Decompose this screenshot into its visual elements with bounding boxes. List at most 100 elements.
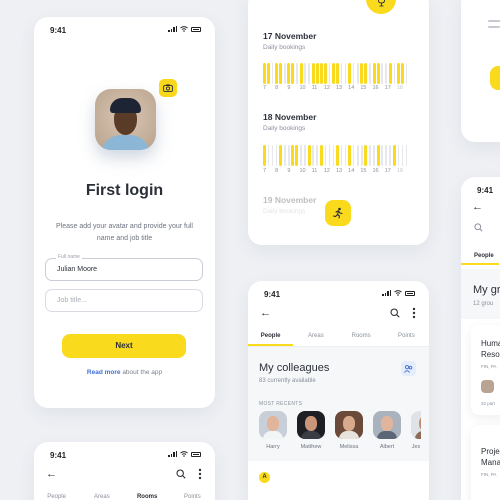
booking-slot[interactable] [263, 63, 266, 84]
booking-slot[interactable] [323, 63, 327, 84]
booking-slot[interactable] [389, 145, 391, 166]
booking-slot[interactable] [352, 145, 355, 166]
next-button[interactable]: Next [62, 334, 186, 358]
run-button[interactable] [325, 200, 351, 226]
booking-slot[interactable] [361, 145, 363, 166]
avatar[interactable] [95, 89, 156, 150]
booking-slot[interactable] [315, 63, 319, 84]
back-arrow-icon[interactable]: ← [46, 468, 57, 480]
tab-people[interactable]: People [34, 490, 79, 500]
colleague-melissa[interactable]: Melissa [335, 411, 363, 450]
tab-areas[interactable]: Areas [293, 329, 338, 346]
booking-slot[interactable] [357, 63, 359, 84]
booking-slot[interactable] [373, 145, 375, 166]
bookings-timeline-18-november[interactable] [263, 142, 409, 166]
booking-slot[interactable] [307, 145, 311, 166]
booking-slot[interactable] [348, 145, 352, 166]
booking-slot[interactable] [319, 145, 323, 166]
group-card-project-management[interactable]: Proje Mana FIN, PA [471, 425, 500, 500]
back-arrow-icon[interactable]: ← [260, 307, 271, 319]
camera-button[interactable] [159, 79, 177, 97]
booking-slot[interactable] [267, 63, 271, 84]
tab-areas[interactable]: Areas [79, 490, 124, 500]
booking-slot[interactable] [385, 145, 387, 166]
booking-slot[interactable] [300, 145, 302, 166]
search-icon[interactable] [474, 223, 483, 232]
booking-slot[interactable] [336, 145, 339, 166]
colleague-albert[interactable]: Albert [373, 411, 401, 450]
booking-slot[interactable] [381, 145, 383, 166]
booking-slot[interactable] [287, 63, 291, 84]
tab-points[interactable]: Points [170, 490, 215, 500]
booking-slot[interactable] [304, 145, 306, 166]
booking-slot[interactable] [340, 63, 343, 84]
booking-slot[interactable] [291, 63, 295, 84]
booking-slot[interactable] [344, 63, 347, 84]
booking-slot[interactable] [263, 145, 266, 166]
booking-slot[interactable] [324, 145, 327, 166]
booking-slot[interactable] [328, 63, 331, 84]
booking-slot[interactable] [284, 145, 286, 166]
booking-slot[interactable] [352, 63, 355, 84]
booking-slot[interactable] [400, 63, 404, 84]
booking-slot[interactable] [376, 145, 380, 166]
booking-slot[interactable] [308, 63, 310, 84]
read-more-link[interactable]: Read more [87, 369, 121, 376]
booking-slot[interactable] [357, 145, 359, 166]
booking-slot[interactable] [364, 63, 368, 84]
search-icon[interactable] [176, 469, 186, 479]
booking-slot[interactable] [392, 145, 396, 166]
colleague-harry[interactable]: Harry [259, 411, 287, 450]
booking-slot[interactable] [284, 63, 286, 84]
tab-people[interactable]: People [474, 253, 494, 259]
booking-slot[interactable] [401, 145, 404, 166]
colleague-matthew[interactable]: Matthew [297, 411, 325, 450]
booking-slot[interactable] [397, 145, 400, 166]
group-card-human-resources[interactable]: Huma Resou FIN, PA 32 part [471, 325, 500, 415]
booking-slot[interactable] [271, 63, 274, 84]
booking-slot[interactable] [344, 145, 347, 166]
booking-slot[interactable] [393, 63, 396, 84]
booking-slot[interactable] [275, 63, 279, 84]
booking-slot[interactable] [360, 63, 364, 84]
booking-slot[interactable] [385, 63, 387, 84]
booking-slot[interactable] [381, 63, 383, 84]
booking-slot[interactable] [369, 63, 371, 84]
booking-slot[interactable] [331, 63, 335, 84]
booking-slot[interactable] [328, 145, 331, 166]
booking-slot[interactable] [319, 63, 323, 84]
booking-slot[interactable] [311, 63, 315, 84]
full-name-field[interactable]: Full name Julian Moore [45, 254, 203, 281]
booking-slot[interactable] [275, 145, 278, 166]
groups-button[interactable] [401, 361, 416, 376]
booking-slot[interactable] [369, 145, 371, 166]
booking-slot[interactable] [396, 63, 400, 84]
booking-slot[interactable] [332, 145, 335, 166]
booking-slot[interactable] [336, 63, 339, 84]
search-icon[interactable] [390, 308, 400, 318]
booking-slot[interactable] [340, 145, 343, 166]
colleague-jes[interactable]: Jes [411, 411, 421, 450]
booking-slot[interactable] [279, 145, 283, 166]
back-arrow-icon[interactable]: ← [472, 201, 483, 213]
booking-slot[interactable] [348, 63, 352, 84]
booking-slot[interactable] [291, 145, 295, 166]
tab-rooms[interactable]: Rooms [339, 329, 384, 346]
booking-slot[interactable] [267, 145, 270, 166]
job-title-field[interactable]: Job title... [45, 289, 203, 312]
tab-people[interactable]: People [248, 329, 294, 346]
booking-slot[interactable] [372, 63, 376, 84]
more-options-icon[interactable] [412, 307, 416, 319]
booking-slot[interactable] [364, 145, 368, 166]
tab-points[interactable]: Points [384, 329, 429, 346]
booking-slot[interactable] [288, 145, 290, 166]
booking-slot[interactable] [271, 145, 274, 166]
booking-slot[interactable] [405, 145, 408, 166]
booking-slot[interactable] [299, 63, 303, 84]
trophy-button[interactable] [366, 0, 396, 14]
booking-slot[interactable] [312, 145, 314, 166]
bookings-timeline-17-november[interactable] [263, 60, 409, 84]
booking-slot[interactable] [296, 63, 298, 84]
more-options-icon[interactable] [198, 468, 202, 480]
partial-yellow-button[interactable] [490, 66, 500, 90]
